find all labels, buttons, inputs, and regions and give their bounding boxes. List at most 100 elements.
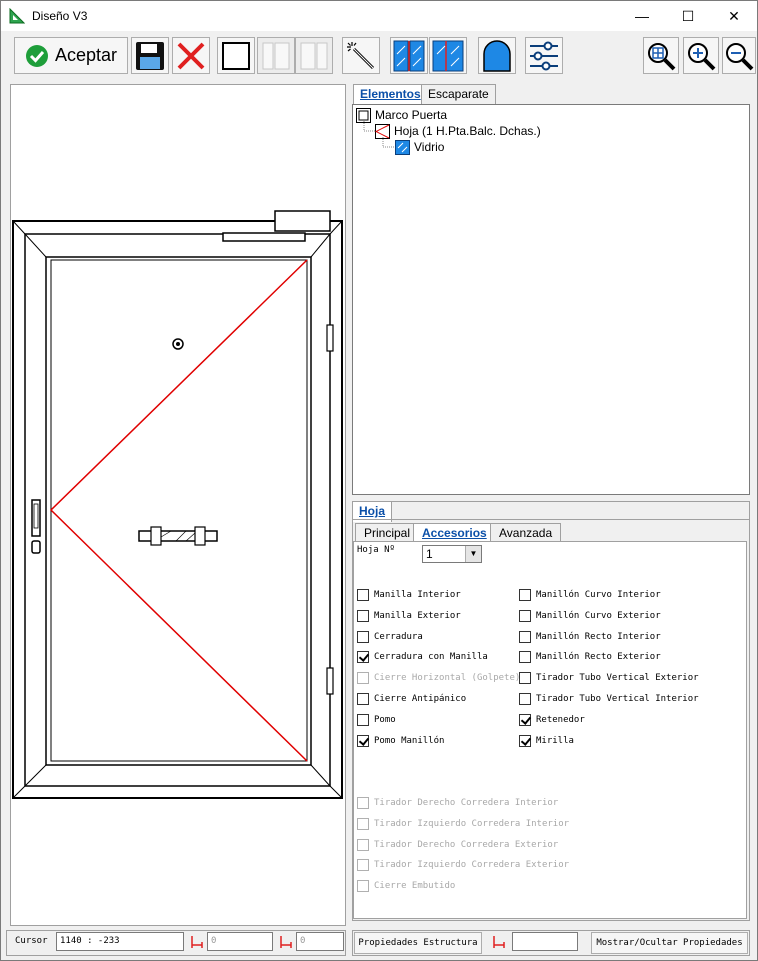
elements-tree: Marco Puerta Hoja (1 H.Pta.Balc. Dchas.)… [352, 104, 750, 495]
accessory-checkbox[interactable]: Cerradura [357, 630, 423, 644]
glass-icon [432, 40, 464, 71]
structure-properties-button[interactable]: Propiedades Estructura [354, 932, 482, 954]
accessory-checkbox[interactable]: Tirador Tubo Vertical Interior [519, 692, 699, 706]
measure-icon [191, 936, 203, 948]
measure-field-3[interactable] [512, 932, 578, 951]
unchecked-box-icon [357, 880, 369, 893]
measure-field-1[interactable]: 0 [207, 932, 273, 951]
accessory-checkbox[interactable]: Pomo Manillón [357, 734, 444, 748]
app-icon [9, 8, 25, 24]
accessory-checkbox[interactable]: Tirador Tubo Vertical Exterior [519, 671, 699, 685]
accessory-label: Cierre Horizontal (Golpete) [374, 673, 521, 684]
save-button[interactable] [131, 37, 169, 74]
title-bar: Diseño V3 — ☐ ✕ [1, 1, 757, 31]
accessory-label: Pomo [374, 714, 396, 725]
accessory-label: Tirador Derecho Corredera Interior [374, 798, 559, 808]
tab-elementos[interactable]: Elementos [353, 84, 428, 105]
measure-field-2[interactable]: 0 [296, 932, 344, 951]
tab-principal[interactable]: Principal [355, 523, 420, 542]
accessory-checkbox[interactable]: Manilla Interior [357, 588, 461, 602]
accessory-checkbox[interactable]: Cerradura con Manilla [357, 650, 488, 664]
zoom-in-button[interactable] [683, 37, 719, 74]
arch-icon [483, 39, 511, 72]
check-icon [25, 44, 48, 67]
cancel-icon [177, 42, 205, 69]
settings-button[interactable] [525, 37, 563, 74]
measure-icon [280, 936, 292, 948]
unchecked-box-icon[interactable] [357, 589, 369, 601]
zoom-in-icon [688, 42, 716, 70]
unchecked-box-icon[interactable] [519, 630, 531, 643]
accessory-label: Tirador Derecho Corredera Exterior [374, 839, 559, 850]
hoja-number-select[interactable]: 1 ▼ [422, 545, 482, 563]
arch-button[interactable] [478, 37, 516, 74]
unchecked-box-icon[interactable] [357, 693, 369, 705]
checked-box-icon[interactable] [519, 713, 531, 726]
main-window: Diseño V3 — ☐ ✕ Aceptar Elementos Escapa… [0, 0, 758, 961]
accessory-checkbox[interactable]: Manillón Recto Interior [519, 630, 661, 644]
accessory-label: Manillón Recto Exterior [536, 652, 661, 663]
status-bar: Cursor 1140 : -233 0 0 Propiedades Estru… [1, 928, 757, 960]
accessory-checkbox: Tirador Izquierdo Corredera Interior [357, 817, 569, 831]
split-left-button[interactable] [257, 37, 295, 74]
accessory-checkbox: Tirador Derecho Corredera Exterior [357, 838, 558, 852]
accessory-checkbox[interactable]: Pomo [357, 713, 396, 727]
sliders-icon [530, 41, 558, 70]
unchecked-box-icon[interactable] [519, 651, 531, 664]
accessory-label: Manilla Interior [374, 590, 461, 600]
toolbar: Aceptar [1, 31, 757, 79]
unchecked-box-icon[interactable] [519, 693, 531, 705]
accessory-label: Manillón Curvo Interior [536, 590, 661, 600]
accept-button[interactable]: Aceptar [14, 37, 128, 74]
maximize-button[interactable]: ☐ [665, 1, 711, 31]
unchecked-box-icon[interactable] [357, 713, 369, 726]
design-canvas[interactable] [10, 84, 346, 926]
glass-button[interactable] [429, 37, 467, 74]
accessory-label: Manillón Curvo Exterior [536, 610, 661, 621]
zoom-out-button[interactable] [722, 37, 756, 74]
zoom-out-icon [726, 42, 754, 70]
accessory-checkbox[interactable]: Mirilla [519, 734, 574, 748]
accessory-checkbox[interactable]: Manillón Curvo Exterior [519, 609, 661, 623]
accessory-checkbox[interactable]: Retenedor [519, 713, 585, 727]
tab-escaparate[interactable]: Escaparate [421, 84, 496, 104]
cursor-value-field: 1140 : -233 [56, 932, 184, 951]
frame-button[interactable] [217, 37, 255, 74]
tab-avanzada[interactable]: Avanzada [490, 523, 562, 542]
accessory-checkbox[interactable]: Manillón Recto Exterior [519, 650, 661, 664]
accessory-checkbox[interactable]: Manillón Curvo Interior [519, 588, 661, 602]
unchecked-box-icon[interactable] [519, 672, 531, 685]
checked-box-icon[interactable] [519, 734, 531, 747]
accessory-label: Cierre Embutido [374, 881, 456, 892]
accessory-label: Cerradura con Manilla [374, 652, 488, 663]
zoom-fit-button[interactable] [643, 37, 679, 74]
accessory-checkbox[interactable]: Cierre Antipánico [357, 692, 466, 706]
unchecked-box-icon[interactable] [519, 589, 531, 601]
split-left-icon [262, 42, 290, 69]
tab-elementos-label: Elementos [360, 87, 421, 101]
cancel-button[interactable] [172, 37, 210, 74]
accessory-label: Mirilla [536, 735, 574, 746]
accessory-checkbox: Cierre Horizontal (Golpete) [357, 671, 520, 685]
divider [352, 519, 750, 520]
unchecked-box-icon[interactable] [357, 609, 369, 622]
close-button[interactable]: ✕ [711, 1, 757, 31]
cursor-label: Cursor [15, 936, 48, 946]
checked-box-icon[interactable] [357, 651, 369, 664]
unchecked-box-icon[interactable] [357, 630, 369, 643]
minimize-button[interactable]: — [619, 1, 665, 31]
wand-button[interactable] [342, 37, 380, 74]
checked-box-icon[interactable] [357, 734, 369, 747]
accessory-checkbox: Tirador Izquierdo Corredera Exterior [357, 858, 569, 872]
toggle-properties-button[interactable]: Mostrar/Ocultar Propiedades [591, 932, 748, 954]
accessory-label: Tirador Izquierdo Corredera Interior [374, 818, 570, 829]
unchecked-box-icon[interactable] [519, 609, 531, 622]
tab-accesorios-label: Accesorios [422, 526, 487, 540]
glass-pair-button[interactable] [390, 37, 428, 74]
window-title: Diseño V3 [32, 9, 88, 23]
split-right-button[interactable] [295, 37, 333, 74]
tab-hoja-label: Hoja [359, 504, 386, 518]
tab-accesorios[interactable]: Accesorios [413, 523, 496, 543]
accessory-checkbox[interactable]: Manilla Exterior [357, 609, 461, 623]
accessory-label: Cerradura [374, 631, 423, 642]
